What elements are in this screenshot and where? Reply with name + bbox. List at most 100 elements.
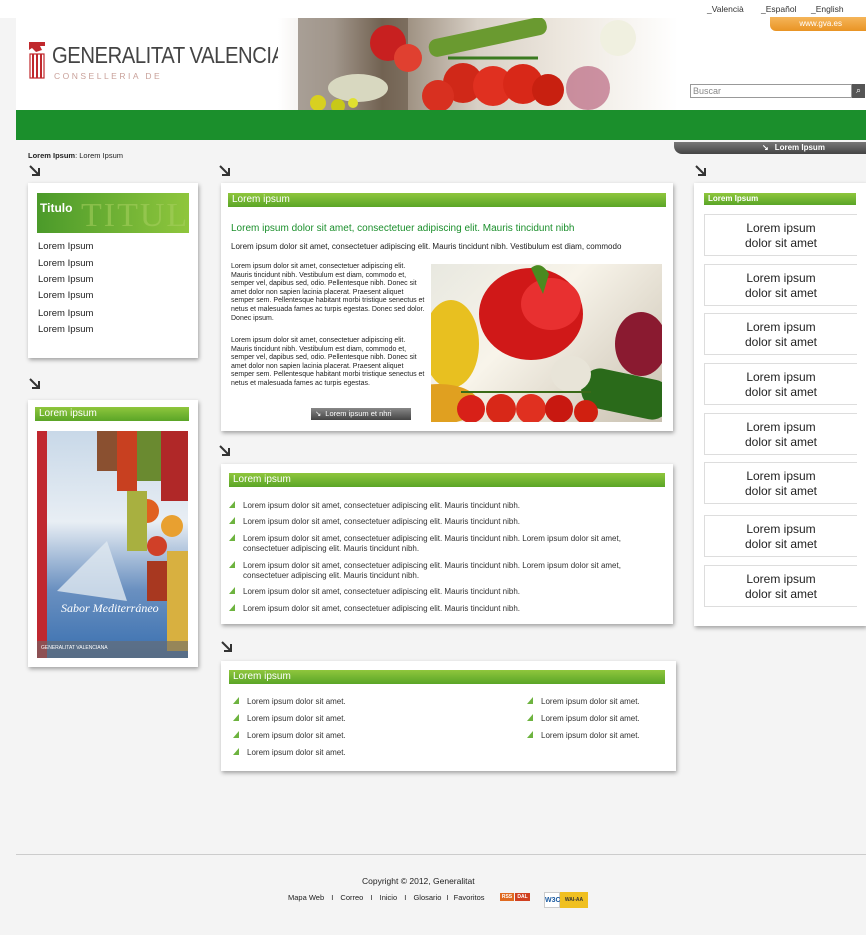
logo-title: GENERALITAT VALENCIANA (52, 42, 312, 68)
left-menu-watermark: TITULO (81, 197, 189, 233)
list-item[interactable]: Lorem ipsum dolor sit amet, consectetuer… (243, 561, 663, 580)
main-article-button-label: Lorem ipsum et nhri (325, 409, 392, 418)
right-tab-arrow-icon: ↘ (762, 143, 769, 152)
footer-link-inicio[interactable]: Inicio (380, 893, 398, 902)
breadcrumb-current: : Lorem Ipsum (75, 151, 124, 160)
w3c-badge[interactable]: W3C (544, 892, 561, 908)
arrow-icon (219, 445, 230, 456)
button-arrow-icon: ↘ (315, 409, 322, 418)
right-card-line1: Lorem ipsum (746, 420, 816, 434)
lang-espanol[interactable]: _Español (761, 4, 796, 14)
right-card[interactable]: Lorem ipsum dolor sit amet (704, 214, 857, 256)
right-card-line2: dolor sit amet (744, 385, 818, 399)
logo-subtitle: CONSELLERIA DE (54, 71, 163, 81)
arrow-icon (219, 165, 230, 176)
right-card[interactable]: Lorem ipsum dolor sit amet (704, 264, 857, 306)
footer-separator: I (404, 893, 407, 902)
lang-english[interactable]: _English (811, 4, 844, 14)
main-article-box: Lorem ipsum Lorem ipsum dolor sit amet, … (221, 183, 673, 431)
coat-of-arms-icon (29, 42, 45, 79)
right-card[interactable]: Lorem ipsum dolor sit amet (704, 565, 857, 607)
footer-divider (16, 854, 866, 855)
dal-badge[interactable]: DAL (515, 893, 530, 901)
list-item[interactable]: Lorem ipsum dolor sit amet. (247, 714, 346, 724)
right-card-line2: dolor sit amet (744, 335, 818, 349)
main-list-box: Lorem ipsum Lorem ipsum dolor sit amet, … (221, 464, 673, 624)
footer-links: Mapa Web I Correo I Inicio I Glosario I … (288, 893, 485, 902)
arrow-icon (29, 378, 40, 389)
right-card[interactable]: Lorem ipsum dolor sit amet (704, 515, 857, 557)
list-item[interactable]: Lorem ipsum dolor sit amet. (541, 697, 640, 707)
right-card[interactable]: Lorem ipsum dolor sit amet (704, 413, 857, 455)
right-tab-label: Lorem Ipsum (774, 143, 825, 152)
rss-badge[interactable]: RSS (500, 893, 514, 901)
left-menu-item[interactable]: Lorem Ipsum (38, 258, 93, 269)
main-article-header: Lorem ipsum (228, 193, 666, 207)
right-card-line1: Lorem ipsum (746, 320, 816, 334)
search-input[interactable]: Buscar (690, 84, 852, 98)
list-item[interactable]: Lorem ipsum dolor sit amet. (247, 697, 346, 707)
right-card-line1: Lorem ipsum (746, 271, 816, 285)
copyright: Copyright © 2012, Generalitat (362, 876, 475, 886)
list-item[interactable]: Lorem ipsum dolor sit amet. (247, 731, 346, 741)
list-item[interactable]: Lorem ipsum dolor sit amet. (541, 714, 640, 724)
list-item[interactable]: Lorem ipsum dolor sit amet, consectetuer… (243, 501, 663, 511)
bullet-icon (229, 501, 235, 508)
footer-separator: I (370, 893, 373, 902)
language-bar: _Valencià _Español _English (0, 0, 866, 18)
left-menu-item[interactable]: Lorem Ipsum (38, 290, 93, 301)
footer-link-favoritos[interactable]: Favoritos (454, 893, 485, 902)
main-article-para2: Lorem ipsum dolor sit amet, consectetuer… (231, 337, 425, 387)
search-icon[interactable]: ⌕ (852, 84, 865, 98)
main-columns-header: Lorem ipsum (229, 670, 665, 684)
bullet-icon (229, 517, 235, 524)
left-menu-item[interactable]: Lorem Ipsum (38, 308, 93, 319)
right-card[interactable]: Lorem ipsum dolor sit amet (704, 363, 857, 405)
arrow-icon (221, 641, 232, 652)
bullet-icon (233, 697, 239, 704)
footer-link-glosario[interactable]: Glosario (413, 893, 441, 902)
right-card[interactable]: Lorem ipsum dolor sit amet (704, 313, 857, 355)
vegetables-banner (278, 18, 678, 110)
footer-link-correo[interactable]: Correo (340, 893, 363, 902)
left-menu-item[interactable]: Lorem Ipsum (38, 324, 93, 335)
list-item[interactable]: Lorem ipsum dolor sit amet, consectetuer… (243, 534, 663, 553)
wai-badge[interactable]: WAI-AA (560, 892, 588, 908)
main-article-lead: Lorem ipsum dolor sit amet, consectetuer… (231, 242, 622, 251)
main-list-header: Lorem ipsum (229, 473, 665, 487)
main-article-button[interactable]: ↘ Lorem ipsum et nhri (311, 408, 411, 420)
list-item[interactable]: Lorem ipsum dolor sit amet. (247, 748, 346, 758)
list-item[interactable]: Lorem ipsum dolor sit amet, consectetuer… (243, 587, 663, 597)
left-menu-item[interactable]: Lorem Ipsum (38, 274, 93, 285)
right-tab[interactable]: ↘ Lorem Ipsum (674, 142, 866, 154)
right-sidebar-header: Lorem Ipsum (704, 193, 856, 205)
promo-poster[interactable]: Sabor Mediterráneo GENERALITAT VALENCIAN… (37, 431, 188, 658)
right-card-line2: dolor sit amet (744, 286, 818, 300)
bullet-icon (233, 748, 239, 755)
list-item[interactable]: Lorem ipsum dolor sit amet, consectetuer… (243, 517, 663, 527)
right-card-line1: Lorem ipsum (746, 572, 816, 586)
main-article-headline[interactable]: Lorem ipsum dolor sit amet, consectetuer… (231, 223, 575, 234)
lang-valencia[interactable]: _Valencià (707, 4, 744, 14)
right-card-line1: Lorem ipsum (746, 469, 816, 483)
right-card-line1: Lorem ipsum (746, 522, 816, 536)
logo[interactable]: GENERALITAT VALENCIANA CONSELLERIA DE (26, 40, 312, 90)
breadcrumb: Lorem Ipsum: Lorem Ipsum (28, 151, 123, 160)
site-header: GENERALITAT VALENCIANA CONSELLERIA DE Bu… (16, 18, 866, 110)
right-card-line2: dolor sit amet (744, 236, 818, 250)
main-nav-bar (16, 110, 866, 140)
left-menu-box: TITULO Titulo Lorem Ipsum Lorem Ipsum Lo… (28, 183, 198, 358)
footer-separator: I (446, 893, 449, 902)
right-card-line2: dolor sit amet (744, 435, 818, 449)
list-item[interactable]: Lorem ipsum dolor sit amet. (541, 731, 640, 741)
left-menu-title: Titulo (40, 201, 73, 215)
left-menu-item[interactable]: Lorem Ipsum (38, 241, 93, 252)
footer-link-mapa[interactable]: Mapa Web (288, 893, 324, 902)
right-card-line2: dolor sit amet (744, 484, 818, 498)
right-card[interactable]: Lorem ipsum dolor sit amet (704, 462, 857, 504)
left-promo-header: Lorem ipsum (35, 407, 189, 421)
gva-link[interactable]: www.gva.es (770, 17, 866, 31)
list-item[interactable]: Lorem ipsum dolor sit amet, consectetuer… (243, 604, 663, 614)
breadcrumb-root[interactable]: Lorem Ipsum (28, 151, 75, 160)
bullet-icon (229, 534, 235, 541)
